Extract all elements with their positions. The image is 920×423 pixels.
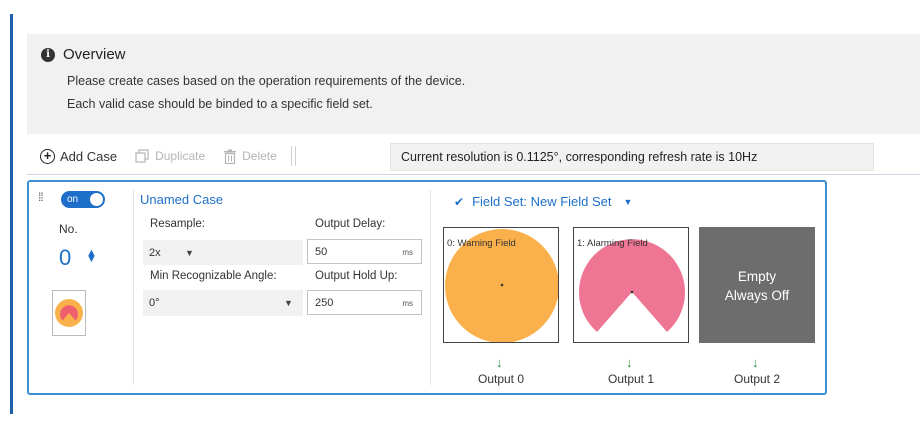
alarming-field-zone[interactable]: 1: Alarming Field bbox=[573, 227, 689, 343]
field-set-selector[interactable]: ✔ Field Set: New Field Set ▼ bbox=[454, 194, 632, 209]
output-delay-input[interactable]: 50 ms bbox=[307, 239, 422, 264]
case-toolbar: + Add Case Duplicate Delete bbox=[40, 140, 304, 172]
case-enable-toggle[interactable]: on bbox=[61, 191, 105, 208]
output-hold-unit: ms bbox=[402, 299, 413, 308]
case-number-label: No. bbox=[59, 222, 78, 236]
output-delay-label: Output Delay: bbox=[315, 218, 386, 230]
card-divider-left bbox=[133, 190, 134, 385]
case-name[interactable]: Unamed Case bbox=[140, 192, 223, 207]
info-icon: i bbox=[41, 47, 55, 62]
min-angle-label: Min Recognizable Angle: bbox=[150, 270, 277, 282]
plus-circle-icon: + bbox=[40, 148, 55, 164]
alarming-field-label: 1: Alarming Field bbox=[577, 238, 648, 249]
output-0-label: Output 0 bbox=[477, 372, 525, 386]
drag-handle-icon[interactable]: ⁞⁞ bbox=[38, 190, 44, 204]
min-angle-value: 0° bbox=[149, 297, 160, 309]
resample-value: 2x bbox=[149, 246, 161, 259]
toolbar-underline bbox=[27, 174, 920, 175]
case-thumbnail bbox=[52, 290, 86, 336]
warning-field-label: 0: Warning Field bbox=[447, 238, 516, 249]
field-set-label: Field Set: New Field Set bbox=[472, 194, 612, 209]
output-hold-value: 250 bbox=[315, 296, 334, 309]
card-divider-right bbox=[430, 190, 431, 385]
output-1-label: Output 1 bbox=[607, 372, 655, 386]
case-number-value[interactable]: 0 bbox=[59, 245, 71, 271]
output-hold-input[interactable]: 250 ms bbox=[307, 290, 422, 315]
output-2-label: Output 2 bbox=[733, 372, 781, 386]
duplicate-icon bbox=[135, 148, 149, 163]
toolbar-divider-2 bbox=[294, 146, 296, 166]
resample-label: Resample: bbox=[150, 218, 205, 230]
overview-title: Overview bbox=[63, 46, 126, 63]
empty-field-sublabel: Always Off bbox=[724, 288, 790, 303]
output-hold-label: Output Hold Up: bbox=[315, 270, 398, 282]
overview-header: i Overview bbox=[41, 46, 126, 63]
overview-line-1: Please create cases based on the operati… bbox=[67, 74, 466, 88]
min-angle-select[interactable]: 0° bbox=[143, 290, 303, 316]
toggle-knob bbox=[90, 193, 103, 206]
duplicate-label: Duplicate bbox=[155, 149, 206, 163]
left-accent-bar bbox=[10, 14, 13, 414]
warning-field-zone[interactable]: 0: Warning Field bbox=[443, 227, 559, 343]
toolbar-divider bbox=[290, 146, 292, 166]
output-delay-value: 50 bbox=[315, 245, 328, 258]
output-0-arrow-icon: ↓ bbox=[496, 355, 503, 370]
resample-select[interactable]: 2x bbox=[143, 240, 303, 265]
add-case-label: Add Case bbox=[60, 148, 118, 164]
delete-button[interactable]: Delete bbox=[223, 149, 277, 164]
min-angle-dropdown-icon[interactable]: ▼ bbox=[284, 298, 293, 308]
empty-field-zone[interactable]: Empty Always Off bbox=[699, 227, 815, 343]
field-set-dropdown-icon[interactable]: ▼ bbox=[624, 197, 633, 207]
number-spinner-icon[interactable]: ▲ ▼ bbox=[86, 248, 97, 265]
resolution-info: Current resolution is 0.1125°, correspon… bbox=[390, 143, 874, 171]
output-2-arrow-icon: ↓ bbox=[752, 355, 759, 370]
resample-dropdown-icon[interactable]: ▼ bbox=[185, 248, 194, 258]
output-delay-unit: ms bbox=[402, 248, 413, 257]
empty-field-label: Empty bbox=[737, 269, 777, 284]
case-card[interactable]: ⁞⁞ on No. 0 ▲ ▼ Unamed Case Resample: Out… bbox=[27, 180, 827, 395]
trash-icon bbox=[224, 149, 237, 164]
duplicate-button[interactable]: Duplicate bbox=[135, 148, 206, 164]
output-1-arrow-icon: ↓ bbox=[626, 355, 633, 370]
thumbnail-field-icon bbox=[55, 299, 83, 327]
toggle-label: on bbox=[67, 194, 79, 205]
checkmark-icon: ✔ bbox=[454, 194, 465, 209]
overview-line-2: Each valid case should be binded to a sp… bbox=[67, 97, 373, 111]
add-case-button[interactable]: + Add Case bbox=[40, 148, 118, 164]
delete-label: Delete bbox=[242, 149, 277, 163]
overview-panel: i Overview Please create cases based on … bbox=[27, 34, 920, 134]
